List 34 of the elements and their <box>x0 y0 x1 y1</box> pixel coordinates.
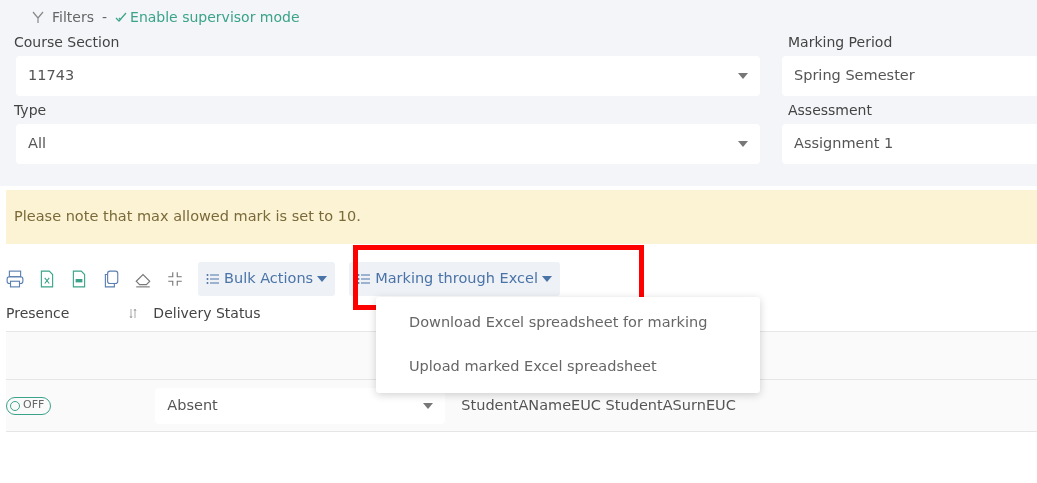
filters-title: Filters <box>52 7 94 27</box>
filter-icon <box>32 10 44 24</box>
menu-item[interactable]: Upload marked Excel spreadsheet <box>376 344 760 389</box>
column-header: Presence <box>6 304 70 323</box>
select-field[interactable]: 11743 <box>16 56 760 96</box>
copy-icon[interactable] <box>102 270 120 288</box>
caret-icon <box>738 141 748 147</box>
list-icon <box>206 272 220 286</box>
menu-item[interactable]: Download Excel spreadsheet for marking <box>376 301 760 345</box>
field-label: Marking Period <box>788 33 894 52</box>
dropdown-button[interactable]: Marking through Excel <box>349 262 560 296</box>
select-field[interactable]: Assignment 1 <box>782 124 1037 164</box>
check-icon <box>115 11 128 23</box>
pdf-file-icon[interactable] <box>70 270 88 288</box>
sort-icon[interactable] <box>129 308 138 319</box>
student-name: StudentANameEUC StudentASurnEUC <box>461 395 736 415</box>
excel-file-icon[interactable] <box>38 270 56 288</box>
field-label: Type <box>14 101 48 120</box>
field-label: Assessment <box>788 101 873 120</box>
caret-icon <box>541 276 552 282</box>
list-icon <box>357 272 372 286</box>
select-field[interactable]: All <box>16 124 760 164</box>
compress-icon[interactable] <box>166 270 184 288</box>
caret-icon <box>738 73 748 79</box>
field-label: Course Section <box>14 33 121 52</box>
notice-text: Please note that max allowed mark is set to 10. <box>6 190 1037 244</box>
select-field[interactable]: Absent <box>155 387 446 424</box>
separator-text: - <box>101 7 108 27</box>
column-header: Delivery Status <box>153 304 261 323</box>
dropdown-button[interactable]: Bulk Actions <box>198 262 336 296</box>
caret-icon <box>423 402 434 409</box>
caret-icon <box>317 276 328 282</box>
print-icon[interactable] <box>6 270 24 288</box>
select-field[interactable]: Spring Semester <box>782 56 1037 96</box>
